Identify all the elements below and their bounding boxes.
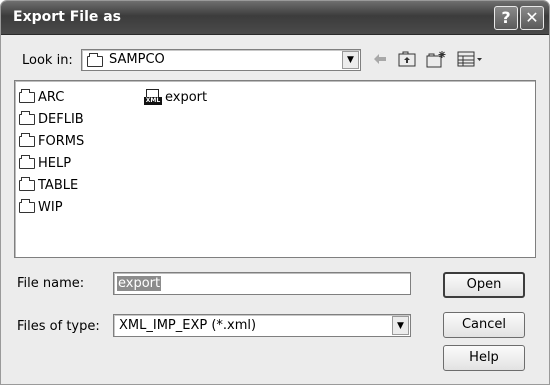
folder-name: TABLE bbox=[38, 178, 79, 193]
folder-icon bbox=[19, 155, 35, 169]
folder-icon bbox=[19, 133, 35, 147]
new-folder-icon[interactable] bbox=[426, 51, 446, 72]
file-name: export bbox=[165, 89, 208, 105]
folder-icon bbox=[87, 53, 103, 69]
close-button[interactable]: ✕ bbox=[520, 6, 544, 30]
open-button[interactable]: Open bbox=[443, 272, 525, 298]
list-item[interactable]: XML export bbox=[144, 89, 207, 105]
folder-name: ARC bbox=[38, 90, 65, 105]
file-list[interactable]: ARC DEFLIB FORMS HELP TABLE WIP XML expo… bbox=[14, 80, 536, 258]
folder-name: HELP bbox=[38, 156, 72, 171]
file-type-dropdown[interactable]: XML_IMP_EXP (*.xml) ▼ bbox=[113, 314, 411, 337]
title-bar[interactable]: Export File as ? ✕ bbox=[1, 1, 549, 35]
back-arrow-icon[interactable] bbox=[372, 51, 388, 71]
folder-name: DEFLIB bbox=[38, 112, 84, 127]
help-button[interactable]: Help bbox=[443, 345, 525, 371]
look-in-dropdown[interactable]: SAMPCO ▼ bbox=[81, 49, 361, 71]
file-name-input[interactable]: export bbox=[113, 272, 411, 295]
folder-icon bbox=[19, 89, 35, 103]
look-in-value: SAMPCO bbox=[109, 52, 165, 67]
list-item[interactable]: FORMS bbox=[19, 133, 85, 149]
folder-name: FORMS bbox=[38, 134, 85, 149]
up-folder-icon[interactable] bbox=[398, 51, 416, 71]
chevron-down-icon[interactable]: ▼ bbox=[342, 51, 359, 69]
folder-icon bbox=[19, 177, 35, 191]
file-name-label: File name: bbox=[17, 276, 85, 291]
help-title-button[interactable]: ? bbox=[494, 6, 518, 30]
folder-name: WIP bbox=[38, 200, 63, 215]
xml-file-icon: XML bbox=[144, 89, 162, 105]
folder-icon bbox=[19, 111, 35, 125]
view-menu-icon[interactable] bbox=[457, 51, 483, 71]
folder-icon bbox=[19, 199, 35, 213]
dialog-title: Export File as bbox=[13, 9, 122, 25]
list-item[interactable]: WIP bbox=[19, 199, 63, 215]
file-type-value: XML_IMP_EXP (*.xml) bbox=[119, 318, 257, 333]
list-item[interactable]: ARC bbox=[19, 89, 65, 105]
list-item[interactable]: TABLE bbox=[19, 177, 79, 193]
xml-badge: XML bbox=[144, 97, 162, 105]
list-item[interactable]: DEFLIB bbox=[19, 111, 84, 127]
file-type-label: Files of type: bbox=[17, 319, 100, 334]
file-name-value: export bbox=[117, 276, 162, 291]
cancel-button[interactable]: Cancel bbox=[443, 312, 525, 338]
chevron-down-icon[interactable]: ▼ bbox=[392, 316, 409, 335]
list-item[interactable]: HELP bbox=[19, 155, 72, 171]
export-file-dialog: Export File as ? ✕ Look in: SAMPCO ▼ ARC… bbox=[0, 0, 550, 385]
look-in-label: Look in: bbox=[22, 53, 73, 68]
